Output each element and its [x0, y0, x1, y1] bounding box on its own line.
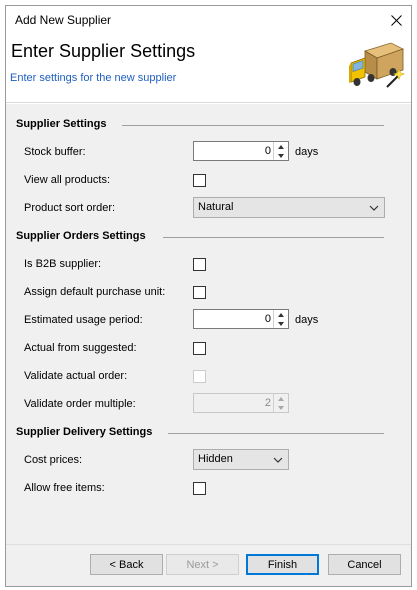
validate-order-multiple-input[interactable]: 2 — [193, 393, 289, 413]
validate-order-multiple-value: 2 — [264, 397, 271, 409]
allow-free-items-checkbox[interactable] — [193, 482, 206, 495]
product-sort-order-value: Natural — [198, 201, 234, 213]
next-button[interactable]: Next > — [166, 554, 239, 575]
is-b2b-supplier-checkbox[interactable] — [193, 258, 206, 271]
back-button[interactable]: < Back — [90, 554, 163, 575]
arrow-down-icon — [278, 321, 284, 326]
page-title: Enter Supplier Settings — [11, 41, 196, 61]
spin-down-button[interactable] — [274, 151, 288, 160]
truck-icon — [349, 42, 405, 88]
stock-buffer-input[interactable]: 0 — [193, 141, 289, 161]
stock-buffer-label: Stock buffer: — [24, 146, 86, 158]
stock-buffer-spinner — [273, 142, 288, 160]
product-sort-order-label: Product sort order: — [24, 202, 116, 214]
assign-default-purchase-unit-label: Assign default purchase unit: — [24, 286, 166, 298]
estimated-usage-period-spinner — [273, 310, 288, 328]
chevron-down-icon — [273, 457, 283, 463]
settings-panel: Supplier Settings Stock buffer: 0 days V… — [6, 104, 411, 544]
actual-from-suggested-checkbox[interactable] — [193, 342, 206, 355]
section-title-supplier-delivery-settings: Supplier Delivery Settings — [16, 426, 153, 438]
section-title-supplier-settings: Supplier Settings — [16, 118, 107, 130]
close-button[interactable] — [381, 6, 411, 34]
section-divider — [122, 125, 384, 126]
validate-actual-order-label: Validate actual order: — [24, 370, 128, 382]
view-all-products-label: View all products: — [24, 174, 111, 186]
spin-down-button[interactable] — [274, 403, 288, 412]
allow-free-items-label: Allow free items: — [24, 482, 105, 494]
arrow-up-icon — [278, 396, 284, 401]
wizard-header: Enter Supplier Settings Enter settings f… — [6, 35, 411, 103]
assign-default-purchase-unit-checkbox[interactable] — [193, 286, 206, 299]
window-title: Add New Supplier — [15, 13, 112, 27]
add-supplier-dialog: Add New Supplier Enter Supplier Settings… — [5, 5, 412, 587]
chevron-down-icon — [369, 205, 379, 211]
spin-up-button[interactable] — [274, 310, 288, 319]
cost-prices-value: Hidden — [198, 453, 233, 465]
page-subtitle: Enter settings for the new supplier — [10, 72, 177, 84]
is-b2b-supplier-label: Is B2B supplier: — [24, 258, 102, 270]
arrow-up-icon — [278, 144, 284, 149]
arrow-down-icon — [278, 153, 284, 158]
estimated-usage-period-label: Estimated usage period: — [24, 314, 143, 326]
close-icon — [390, 14, 402, 26]
validate-order-multiple-label: Validate order multiple: — [24, 398, 136, 410]
section-divider — [168, 433, 384, 434]
stock-buffer-value: 0 — [264, 145, 271, 157]
view-all-products-checkbox[interactable] — [193, 174, 206, 187]
spin-down-button[interactable] — [274, 319, 288, 328]
spin-up-button[interactable] — [274, 394, 288, 403]
validate-actual-order-checkbox[interactable] — [193, 370, 206, 383]
actual-from-suggested-label: Actual from suggested: — [24, 342, 137, 354]
estimated-usage-period-unit: days — [295, 314, 319, 326]
spin-up-button[interactable] — [274, 142, 288, 151]
cost-prices-label: Cost prices: — [24, 454, 83, 466]
estimated-usage-period-value: 0 — [264, 313, 271, 325]
finish-button[interactable]: Finish — [246, 554, 319, 575]
arrow-down-icon — [278, 405, 284, 410]
cancel-button[interactable]: Cancel — [328, 554, 401, 575]
arrow-up-icon — [278, 312, 284, 317]
wizard-footer: < Back Next > Finish Cancel — [6, 544, 411, 586]
title-bar: Add New Supplier — [6, 6, 411, 34]
cost-prices-select[interactable]: Hidden — [193, 449, 289, 470]
estimated-usage-period-input[interactable]: 0 — [193, 309, 289, 329]
section-divider — [163, 237, 384, 238]
section-title-supplier-orders-settings: Supplier Orders Settings — [16, 230, 146, 242]
stock-buffer-unit: days — [295, 146, 319, 158]
product-sort-order-select[interactable]: Natural — [193, 197, 385, 218]
validate-order-multiple-spinner — [273, 394, 288, 412]
